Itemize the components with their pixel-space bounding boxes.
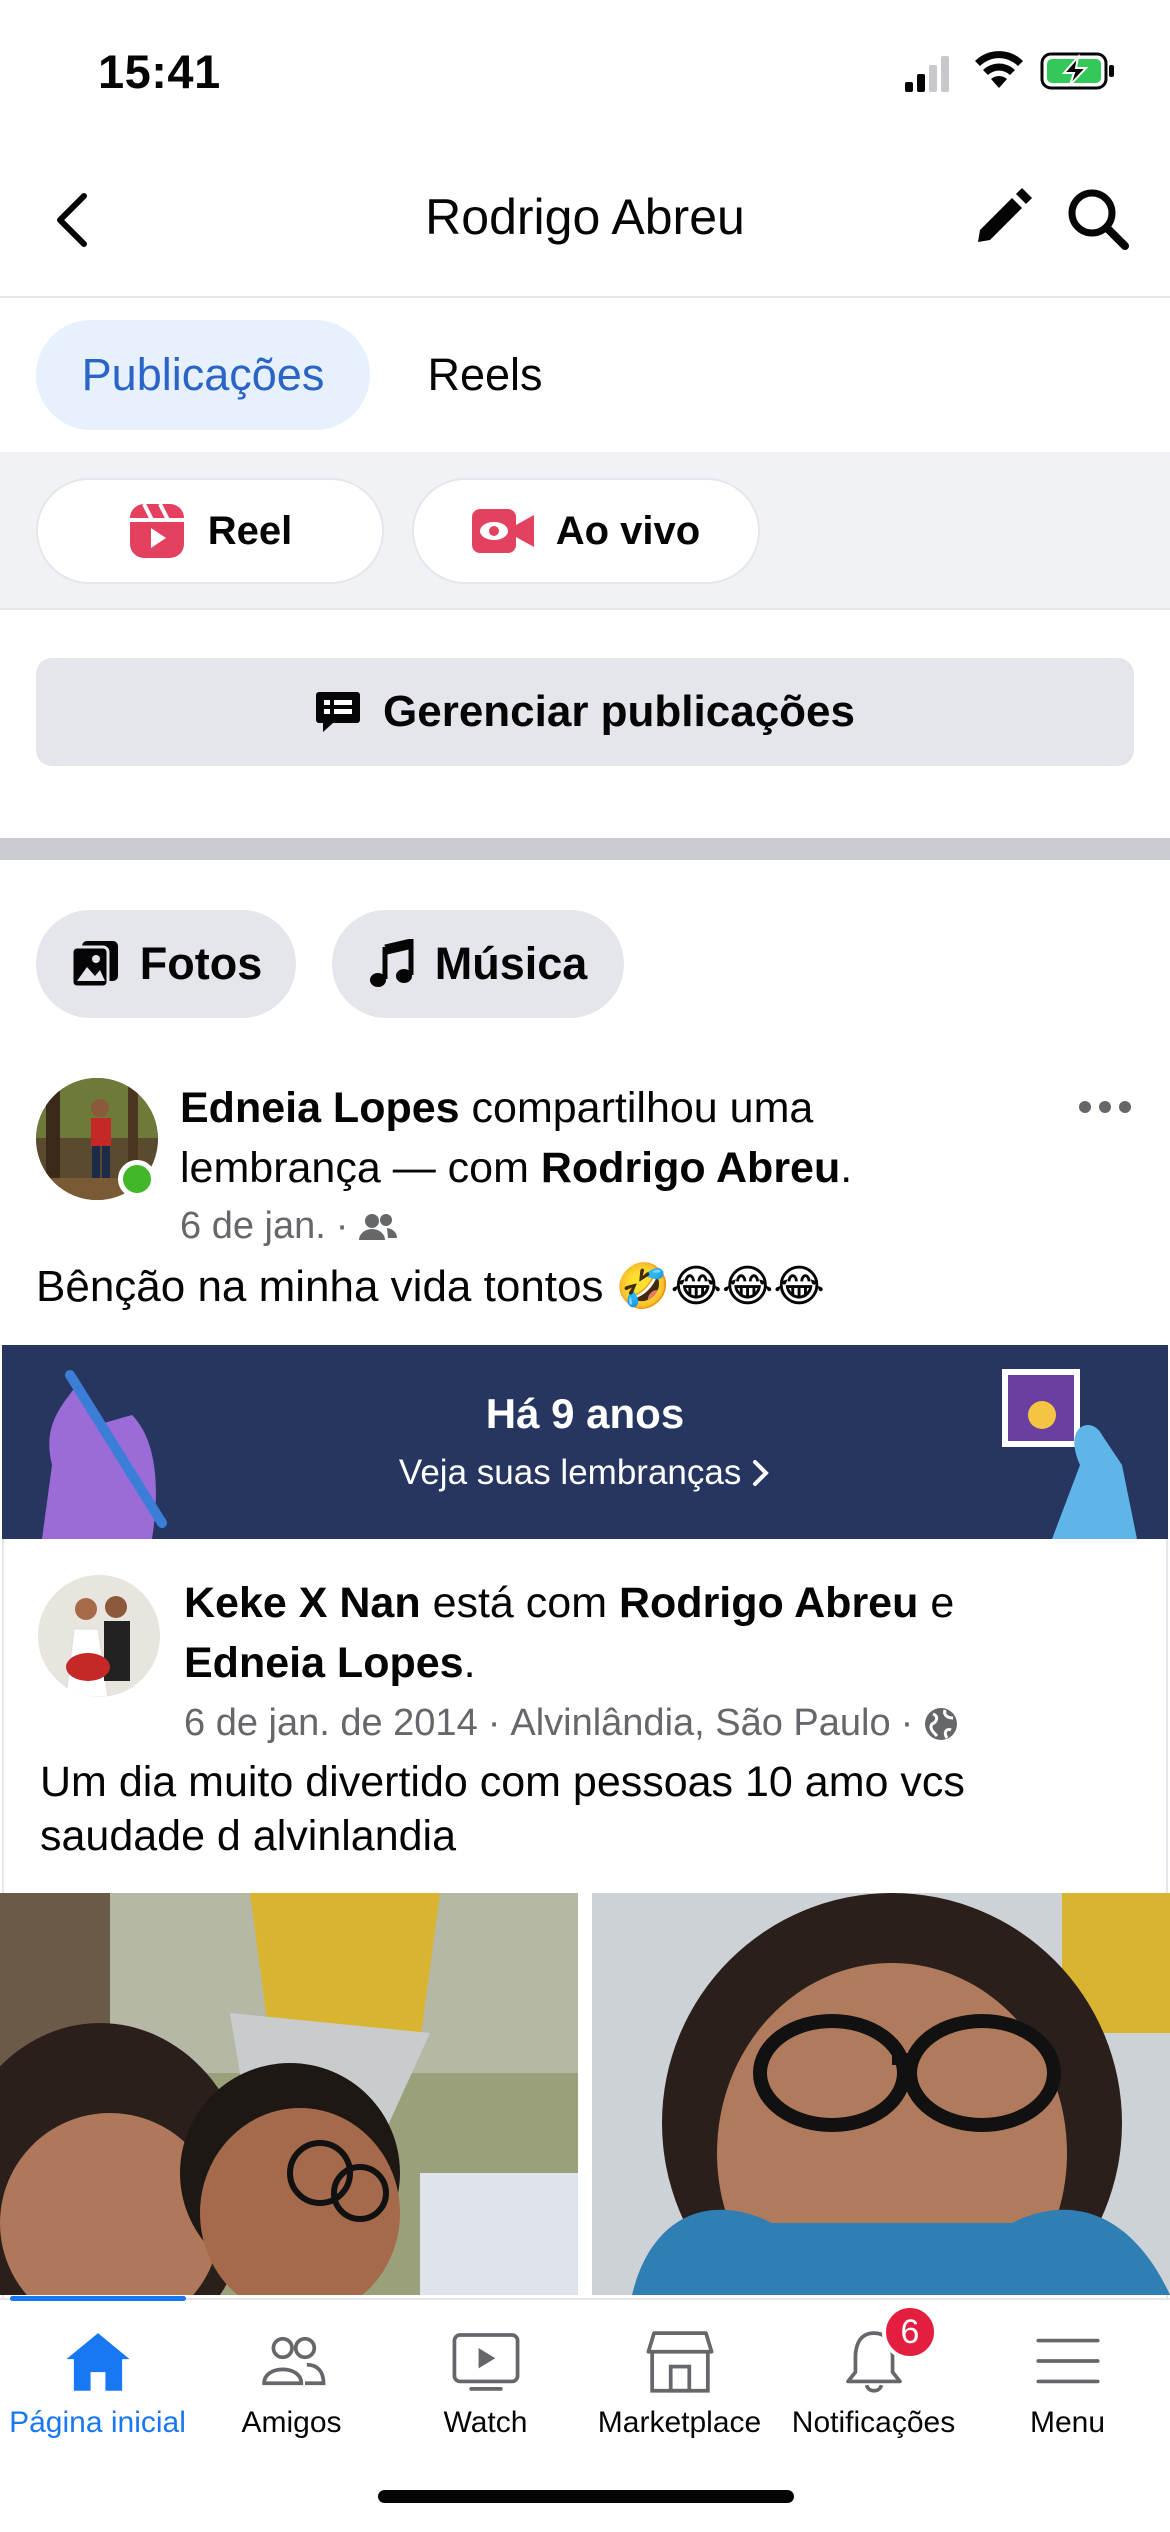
tab-reels[interactable]: Reels	[390, 320, 580, 430]
pencil-icon[interactable]	[970, 188, 1032, 250]
memory-link[interactable]: Veja suas lembranças	[0, 1453, 1170, 1493]
nav-watch[interactable]: Watch	[388, 2310, 583, 2440]
nav-label: Amigos	[241, 2406, 342, 2439]
nav-home[interactable]: Página inicial	[0, 2310, 195, 2440]
section-divider	[0, 838, 1170, 860]
shared-conjunction: e	[930, 1579, 955, 1627]
tab-label: Reels	[427, 349, 543, 400]
music-chip[interactable]: Música	[332, 910, 624, 1018]
nav-label: Página inicial	[9, 2406, 186, 2439]
shared-tagged-2[interactable]: Edneia Lopes	[184, 1639, 464, 1687]
post-text: Bênção na minha vida tontos 🤣😂😂😂	[36, 1262, 825, 1311]
header-divider	[0, 296, 1170, 298]
search-icon[interactable]	[1065, 186, 1131, 252]
status-time: 15:41	[98, 45, 221, 98]
friends-audience-icon	[359, 1213, 398, 1240]
notification-badge: 6	[882, 2304, 938, 2360]
post-date[interactable]: 6 de jan.	[180, 1205, 326, 1248]
post-header: Edneia Lopes compartilhou uma lembrança …	[180, 1084, 853, 1192]
nav-menu[interactable]: Menu	[970, 2310, 1165, 2440]
shared-action: está com	[432, 1579, 608, 1627]
post-photo[interactable]	[0, 1893, 578, 2295]
manage-posts-button[interactable]: Gerenciar publicações	[36, 658, 1134, 766]
memory-title: Há 9 anos	[485, 1390, 685, 1437]
reel-icon	[129, 503, 184, 558]
create-reel-label: Reel	[207, 508, 293, 553]
nav-label: Watch	[443, 2406, 528, 2439]
photos-chip-label: Fotos	[139, 938, 263, 989]
memory-banner[interactable]	[2, 1345, 1168, 1539]
shared-post-meta: 6 de jan. de 2014 · Alvinlândia, São Pau…	[184, 1702, 959, 1745]
wifi-icon	[975, 51, 1023, 88]
music-icon	[369, 939, 414, 987]
music-chip-label: Música	[434, 938, 588, 989]
shared-tagged-1[interactable]: Rodrigo Abreu	[619, 1579, 918, 1627]
go-live-button[interactable]: Ao vivo	[412, 478, 760, 584]
shared-author[interactable]: Keke X Nan	[184, 1579, 421, 1627]
memory-illustration	[42, 1369, 1137, 1539]
chevron-right-icon	[753, 1460, 769, 1486]
manage-posts-icon	[316, 692, 360, 732]
shared-date[interactable]: 6 de jan. de 2014	[184, 1702, 478, 1745]
nav-label: Notificações	[791, 2406, 956, 2439]
globe-icon	[925, 1707, 958, 1740]
photos-icon	[70, 941, 118, 989]
post-meta: 6 de jan. ·	[180, 1205, 398, 1248]
post-author[interactable]: Edneia Lopes	[180, 1084, 460, 1132]
photos-chip[interactable]: Fotos	[36, 910, 296, 1018]
more-options-icon[interactable]	[1075, 1092, 1135, 1122]
tab-label: Publicações	[81, 349, 325, 400]
live-video-icon	[471, 509, 534, 553]
nav-label: Menu	[1029, 2406, 1106, 2439]
home-indicator	[378, 2490, 794, 2503]
active-tab-indicator	[10, 2296, 186, 2301]
shared-post-header: Keke X Nan está com Rodrigo Abreu e Edne…	[184, 1579, 955, 1687]
nav-marketplace[interactable]: Marketplace	[582, 2310, 777, 2440]
watch-icon	[452, 2333, 519, 2391]
menu-icon	[1035, 2338, 1100, 2384]
cellular-signal-icon	[905, 56, 949, 92]
nav-label: Marketplace	[597, 2406, 762, 2439]
memory-subtitle: Veja suas lembranças	[398, 1453, 742, 1492]
shared-avatar[interactable]	[38, 1575, 160, 1697]
shared-location[interactable]: Alvinlândia, São Paulo	[510, 1702, 890, 1745]
home-icon	[65, 2333, 130, 2391]
tab-publicacoes[interactable]: Publicações	[36, 320, 370, 430]
nav-friends[interactable]: Amigos	[194, 2310, 389, 2440]
shared-post-text: Um dia muito divertido com pessoas 10 am…	[40, 1758, 965, 1860]
create-reel-button[interactable]: Reel	[36, 478, 384, 584]
nav-notifications[interactable]: Notificações	[776, 2310, 971, 2440]
post-tagged-user[interactable]: Rodrigo Abreu	[541, 1144, 840, 1192]
manage-posts-label: Gerenciar publicações	[383, 687, 855, 736]
go-live-label: Ao vivo	[555, 508, 701, 553]
friends-icon	[261, 2336, 325, 2386]
post-photo[interactable]	[592, 1893, 1170, 2295]
online-status-dot	[118, 1160, 156, 1198]
battery-charging-icon	[1040, 52, 1114, 90]
marketplace-icon	[646, 2331, 713, 2393]
